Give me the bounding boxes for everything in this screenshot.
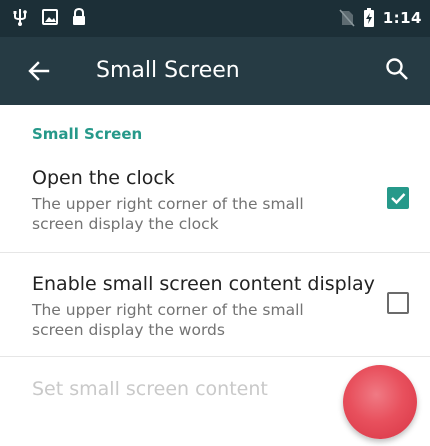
open-clock-checkbox[interactable]	[387, 187, 409, 209]
search-button[interactable]	[384, 56, 410, 82]
usb-icon	[13, 9, 27, 26]
pref-open-clock[interactable]: Open the clock The upper right corner of…	[0, 160, 430, 252]
enable-content-checkbox[interactable]	[387, 292, 409, 314]
status-time: 1:14	[382, 9, 422, 27]
app-bar: Small Screen	[0, 37, 430, 105]
lock-icon	[73, 8, 85, 25]
checkmark-icon	[391, 193, 406, 205]
divider	[0, 252, 430, 253]
pref-summary: The upper right corner of the small scre…	[32, 301, 304, 339]
status-bar: 1:14	[0, 0, 430, 37]
no-sim-icon	[339, 9, 355, 27]
section-header: Small Screen	[32, 125, 143, 143]
pref-title: Enable small screen content display	[32, 273, 375, 295]
pref-title: Open the clock	[32, 167, 175, 189]
page-title: Small Screen	[96, 58, 240, 83]
status-right-icons: 1:14	[339, 8, 422, 28]
pref-enable-content-display[interactable]: Enable small screen content display The …	[0, 266, 430, 356]
status-left-icons	[12, 8, 86, 26]
floating-action-button[interactable]	[343, 365, 417, 439]
battery-charging-icon	[363, 8, 374, 27]
search-icon	[386, 58, 408, 80]
image-icon	[42, 9, 58, 25]
arrow-left-icon	[28, 61, 50, 81]
back-button[interactable]	[26, 58, 52, 84]
settings-screen: 1:14 Small Screen Small Screen Open the …	[0, 0, 430, 446]
pref-summary: The upper right corner of the small scre…	[32, 195, 304, 233]
set-content-item: Set small screen content	[32, 378, 268, 400]
divider	[0, 356, 430, 357]
